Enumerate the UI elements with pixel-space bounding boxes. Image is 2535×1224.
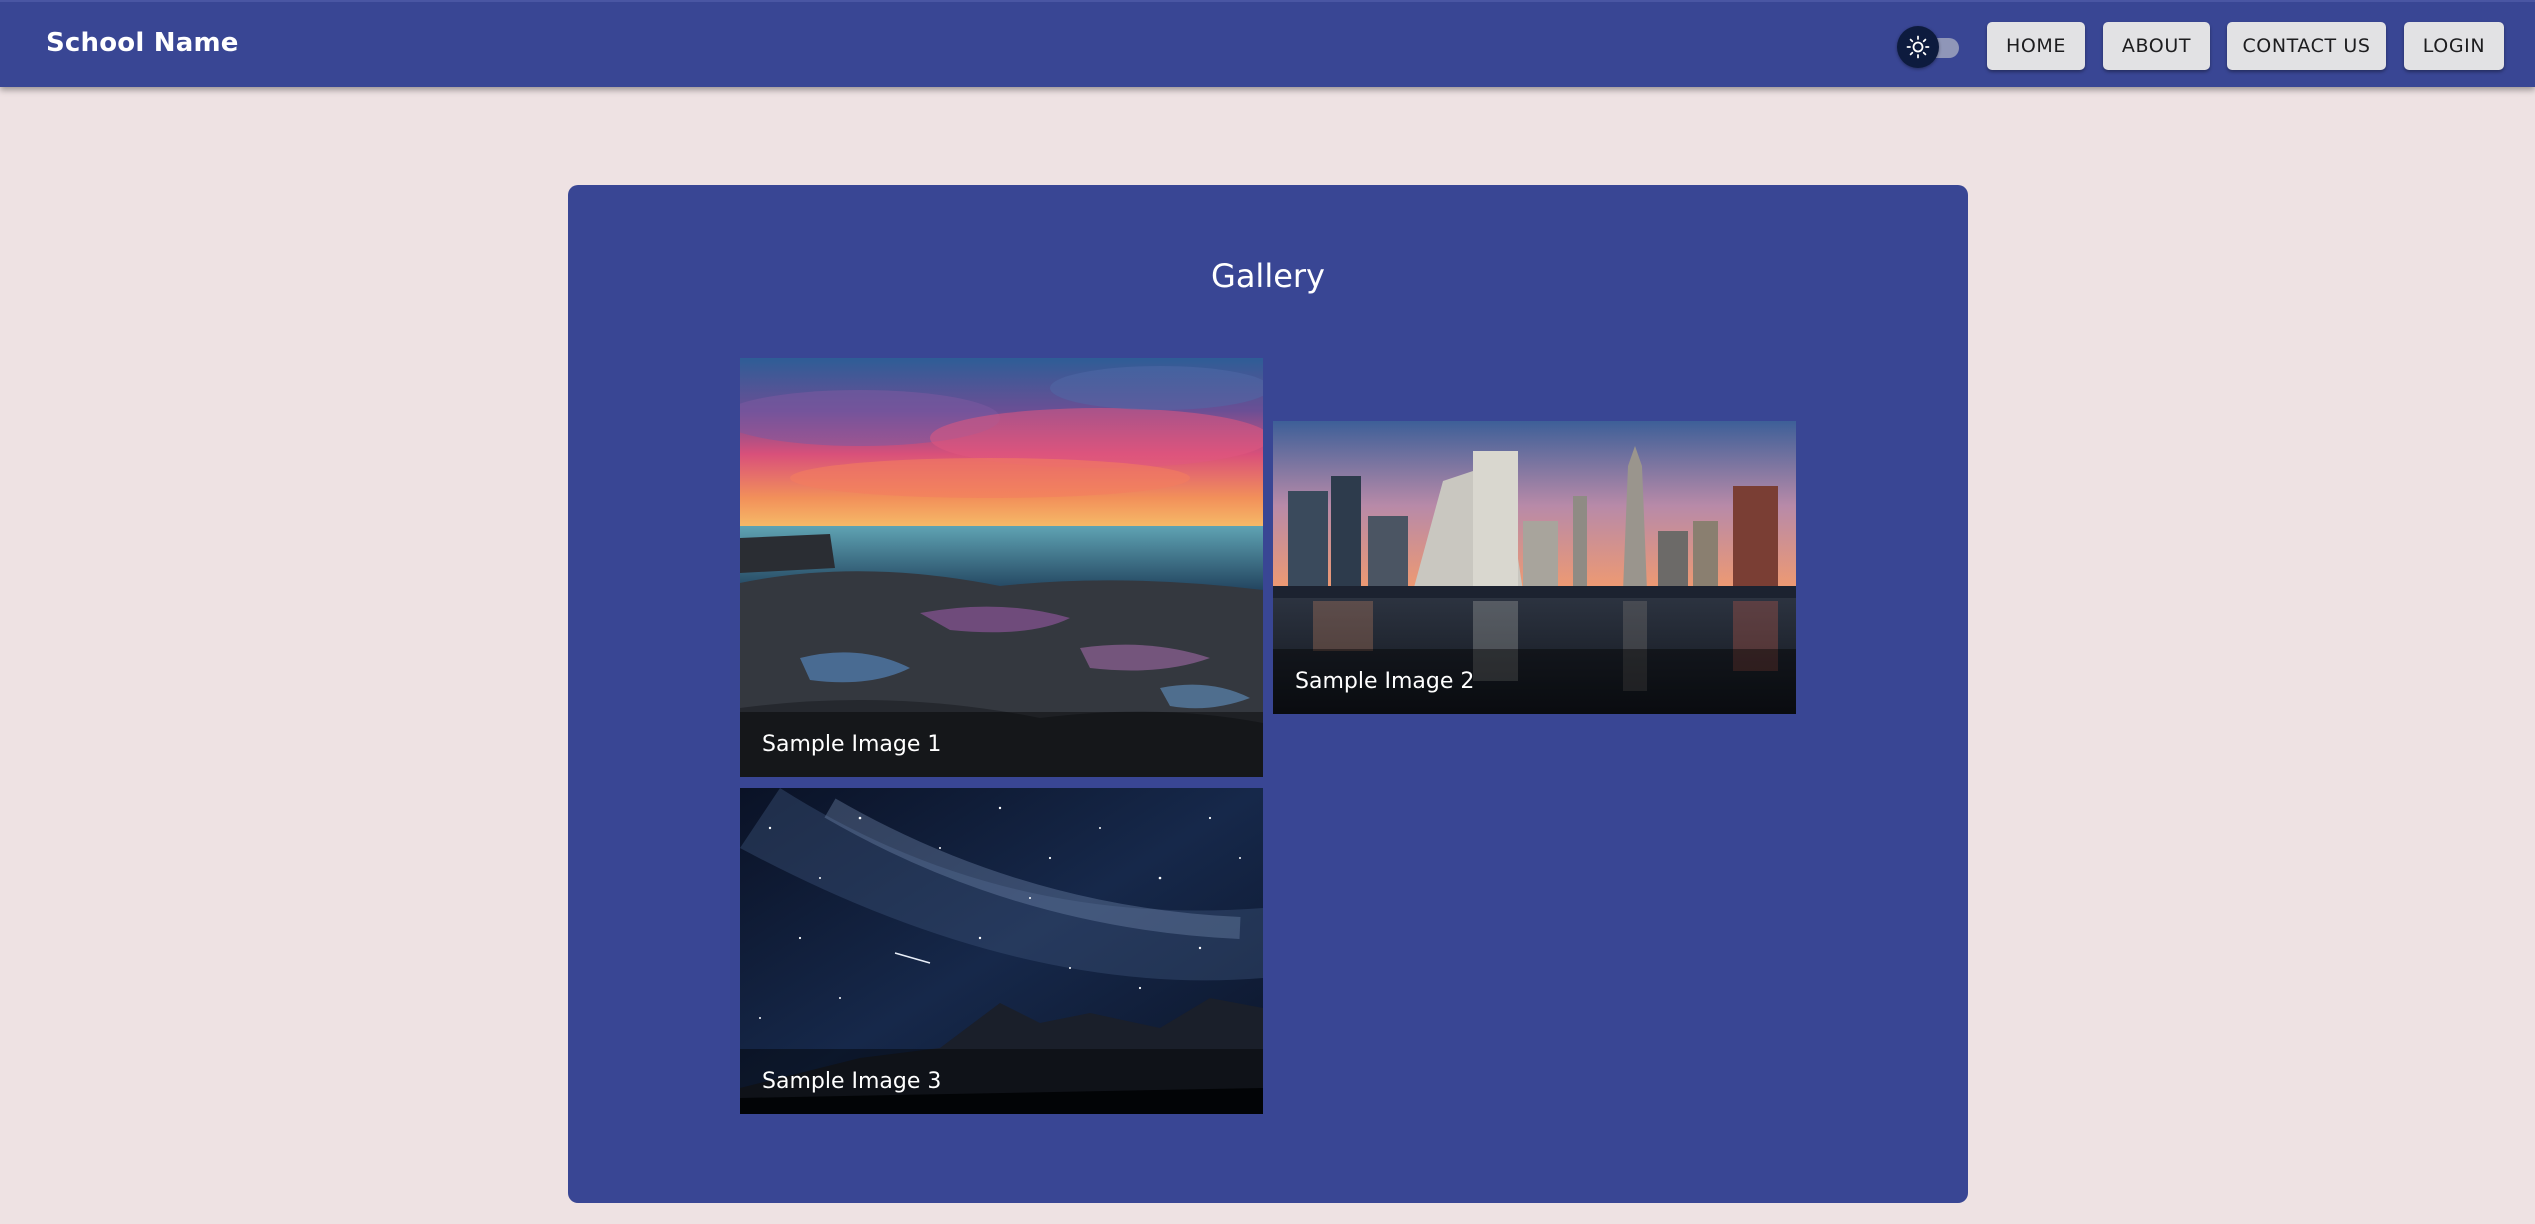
tile-caption: Sample Image 3 (740, 1049, 1263, 1114)
nav-home-button[interactable]: HOME (1987, 22, 2085, 70)
tile-caption: Sample Image 1 (740, 712, 1263, 777)
gallery-title: Gallery (1211, 257, 1325, 295)
nav-contact-button[interactable]: CONTACT US (2227, 22, 2386, 70)
toggle-thumb[interactable] (1897, 26, 1939, 68)
nav-about-button[interactable]: ABOUT (2103, 22, 2210, 70)
brand-title[interactable]: School Name (46, 28, 239, 58)
theme-toggle[interactable] (1897, 26, 1963, 68)
nav-login-button[interactable]: LOGIN (2404, 22, 2504, 70)
gallery-tile-3[interactable]: Sample Image 3 (740, 788, 1263, 1114)
tile-caption: Sample Image 2 (1273, 649, 1796, 714)
gallery-tile-2[interactable]: Sample Image 2 (1273, 421, 1796, 714)
gallery-card: Gallery Sample Image 1 Sample Image 2 Sa… (568, 185, 1968, 1203)
sun-icon (1906, 35, 1930, 59)
app-bar: School Name HOME ABOUT CONTACT US LOGIN (0, 0, 2535, 87)
gallery-tile-1[interactable]: Sample Image 1 (740, 358, 1263, 777)
